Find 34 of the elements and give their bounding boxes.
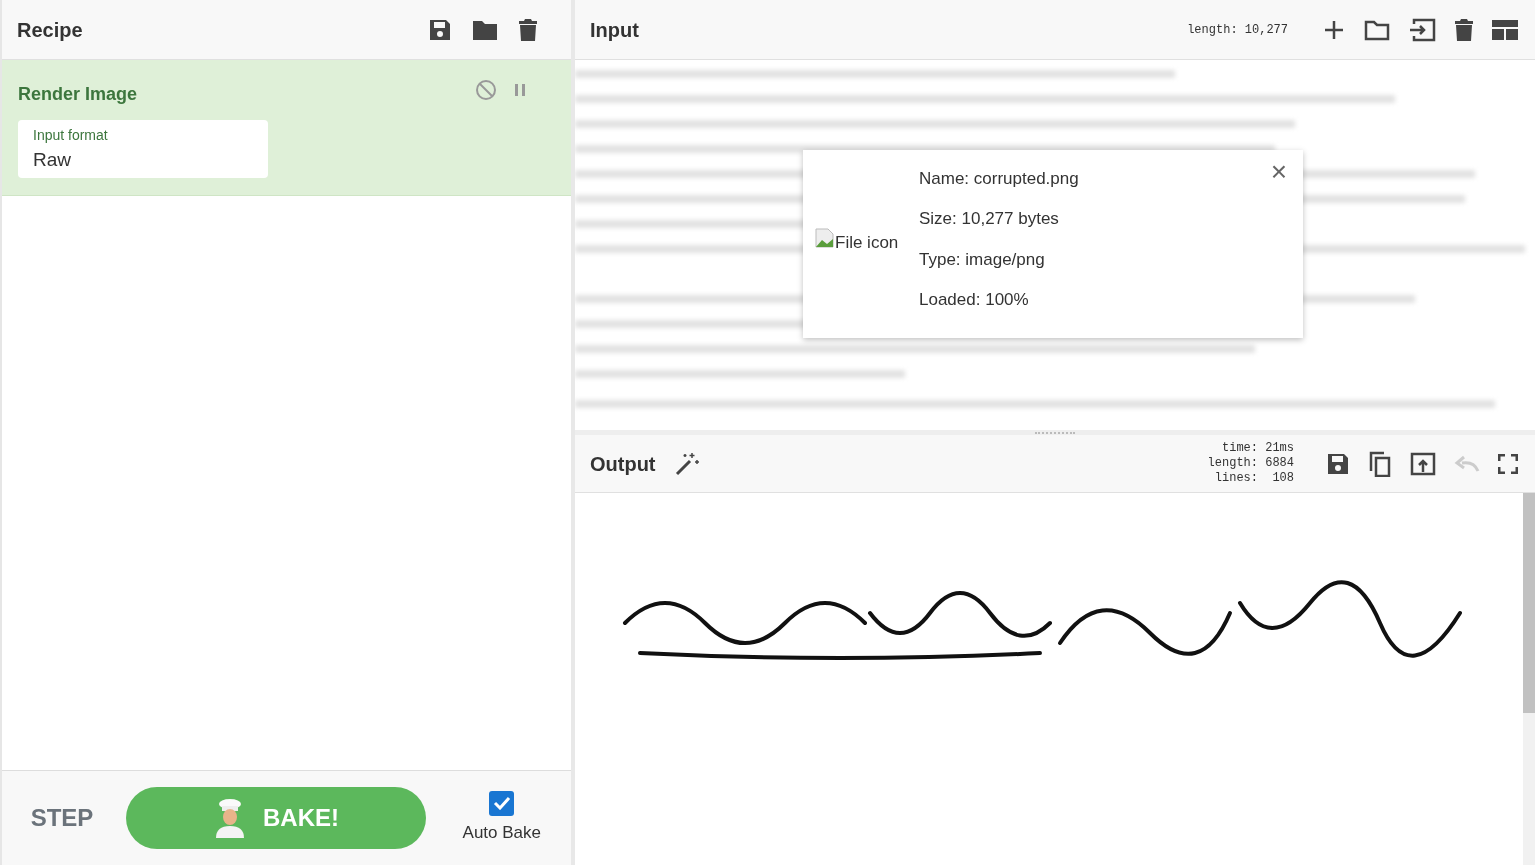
checkmark-icon xyxy=(492,796,511,811)
operation-title: Render Image xyxy=(18,83,138,106)
upload-icon[interactable] xyxy=(1410,451,1436,476)
file-info-text: Size: 10,277 bytes xyxy=(919,208,1060,230)
copy-icon[interactable] xyxy=(1368,450,1392,477)
length-reading: length: 10,277 xyxy=(1187,21,1288,39)
output-stat: lines: 108 xyxy=(1214,471,1294,486)
save-icon[interactable] xyxy=(428,17,452,42)
file-info-text: Loaded: 100% xyxy=(919,289,1030,311)
auto-bake-checkbox[interactable] xyxy=(489,790,515,816)
step-button[interactable]: STEP xyxy=(30,800,94,836)
trash-icon[interactable] xyxy=(1454,17,1474,42)
alt-text: File icon xyxy=(835,232,899,255)
panel-title: Recipe xyxy=(17,17,83,43)
scrollbar-thumb[interactable] xyxy=(1523,493,1535,713)
close-button[interactable]: × xyxy=(1270,158,1287,186)
auto-bake-label: Auto Bake xyxy=(462,821,541,844)
file-info-text: Type: image/png xyxy=(919,248,1046,271)
magic-wand-icon[interactable] xyxy=(673,450,700,477)
trash-icon[interactable] xyxy=(518,17,538,42)
output-stat: length: 6884 xyxy=(1207,456,1294,471)
folder-icon[interactable] xyxy=(472,18,498,41)
broken-image-icon xyxy=(815,228,835,248)
panel-title: Input xyxy=(590,17,639,43)
panel-title: Output xyxy=(590,451,656,477)
file-info-text: Name: corrupted.png xyxy=(919,167,1079,190)
fullscreen-icon[interactable] xyxy=(1498,453,1518,474)
folder-icon[interactable] xyxy=(1364,18,1390,41)
output-stat: time: 21ms xyxy=(1222,441,1294,456)
layout-icon[interactable] xyxy=(1492,19,1518,40)
import-icon[interactable] xyxy=(1408,17,1436,42)
input-format-field[interactable]: Input format Raw xyxy=(18,120,268,178)
save-icon[interactable] xyxy=(1326,451,1350,476)
chef-icon xyxy=(213,798,247,838)
